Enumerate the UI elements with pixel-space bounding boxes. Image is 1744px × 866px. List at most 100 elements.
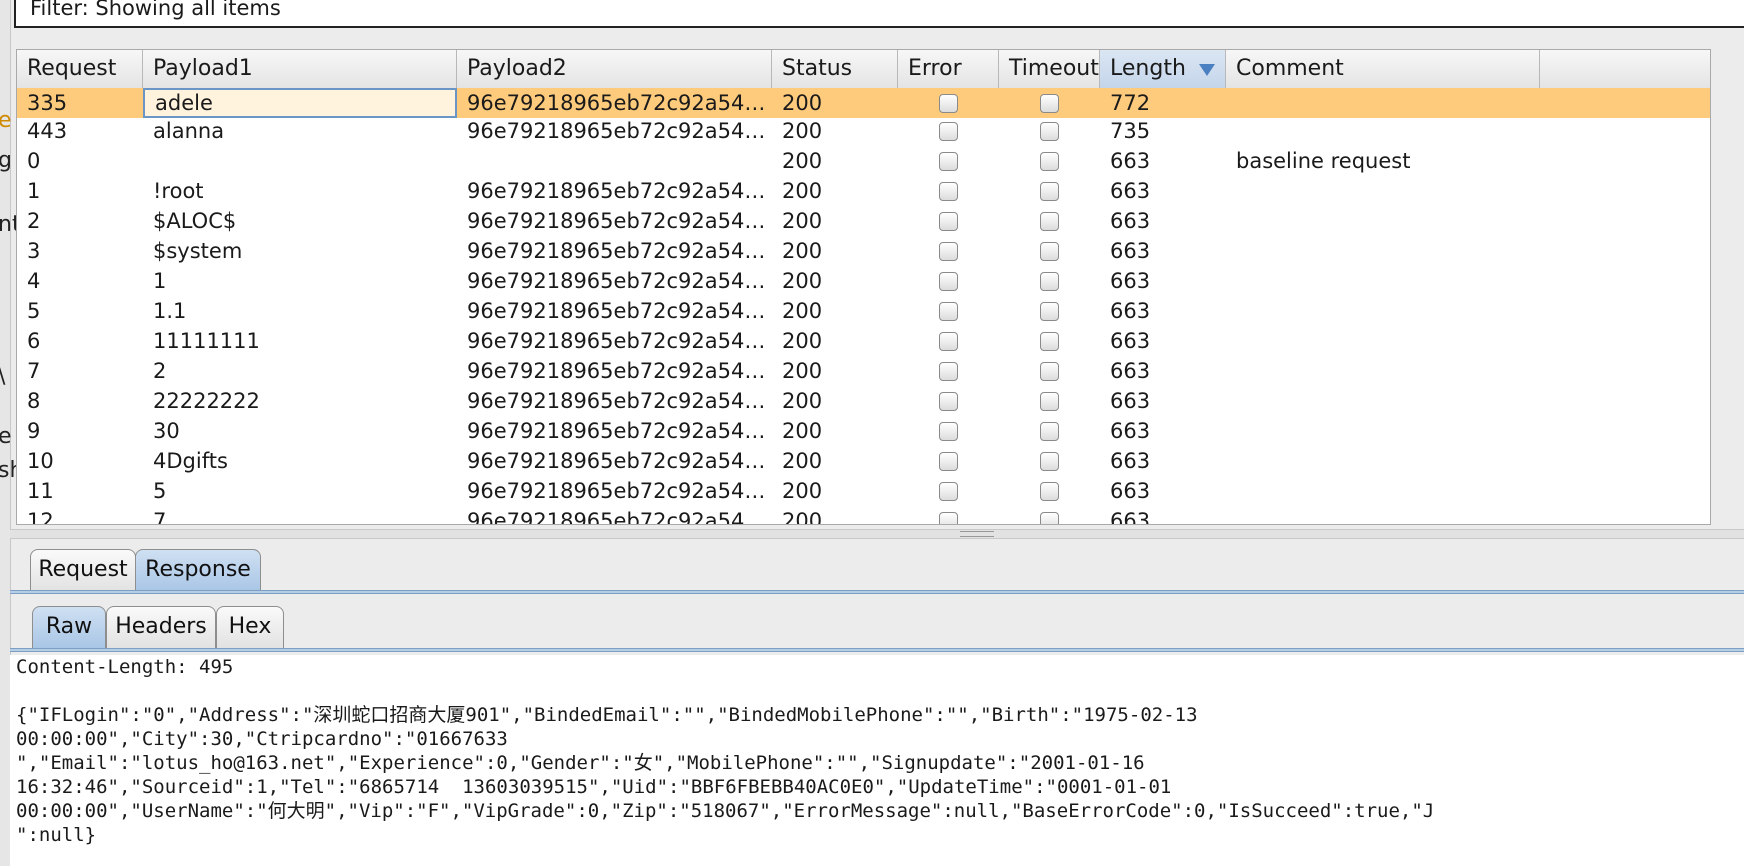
cell-comment [1226,356,1540,386]
timeout-checkbox[interactable] [1040,302,1059,321]
cell-payload2: 96e79218965eb72c92a549... [467,389,772,413]
cell-length: 663 [1110,419,1151,443]
table-row[interactable]: 2 $ALOC$ 96e79218965eb72c92a549... 200 663 [17,206,1710,236]
timeout-checkbox[interactable] [1040,512,1059,524]
tab-hex[interactable]: Hex [216,606,284,648]
column-header-length[interactable]: Length [1100,50,1226,88]
cell-request: 7 [27,359,41,383]
table-row[interactable]: 4 1 96e79218965eb72c92a549... 200 663 [17,266,1710,296]
table-row[interactable]: 335 adele 96e79218965eb72c92a549... 200 772 [17,88,1710,118]
error-checkbox[interactable] [939,94,958,113]
table-row[interactable]: 7 2 96e79218965eb72c92a549... 200 663 [17,356,1710,386]
cell-length: 663 [1110,269,1151,293]
error-checkbox[interactable] [939,392,958,411]
cell-length: 663 [1110,449,1151,473]
cell-length: 772 [1110,91,1151,115]
column-header-status[interactable]: Status [772,50,898,88]
column-header-comment[interactable]: Comment [1226,50,1540,88]
timeout-checkbox[interactable] [1040,482,1059,501]
response-line: ":null} [16,824,97,846]
column-header-timeout[interactable]: Timeout [999,50,1100,88]
table-row[interactable]: 5 1.1 96e79218965eb72c92a549... 200 663 [17,296,1710,326]
timeout-checkbox[interactable] [1040,392,1059,411]
cell-length: 663 [1110,329,1151,353]
table-row[interactable]: 443 alanna 96e79218965eb72c92a549... 200 735 [17,116,1710,146]
timeout-checkbox[interactable] [1040,182,1059,201]
error-checkbox[interactable] [939,362,958,381]
timeout-checkbox[interactable] [1040,152,1059,171]
tab-raw[interactable]: Raw [32,606,106,648]
timeout-checkbox[interactable] [1040,272,1059,291]
column-header-error[interactable]: Error [898,50,999,88]
error-checkbox[interactable] [939,212,958,231]
table-row[interactable]: 0 200 663 baseline request [17,146,1710,176]
cell-comment [1226,266,1540,296]
splitter-grip-icon[interactable] [960,531,994,537]
cell-payload1: 5 [153,479,167,503]
table-row[interactable]: 9 30 96e79218965eb72c92a549... 200 663 [17,416,1710,446]
column-header-payload2[interactable]: Payload2 [457,50,772,88]
table-row[interactable]: 8 22222222 96e79218965eb72c92a549... 200 663 [17,386,1710,416]
cell-comment: baseline request [1236,149,1411,173]
cell-length: 663 [1110,239,1151,263]
cell-request: 10 [27,449,54,473]
timeout-checkbox[interactable] [1040,452,1059,471]
cell-status: 200 [782,479,823,503]
table-row[interactable]: 3 $system 96e79218965eb72c92a549... 200 663 [17,236,1710,266]
cell-length: 663 [1110,149,1151,173]
timeout-checkbox[interactable] [1040,122,1059,141]
tab-request[interactable]: Request [30,549,136,591]
column-header-length-label: Length [1110,56,1186,81]
column-header-request[interactable]: Request [17,50,143,88]
table-row[interactable]: 10 4Dgifts 96e79218965eb72c92a549... 200 663 [17,446,1710,476]
column-header-payload1[interactable]: Payload1 [143,50,457,88]
tab-headers[interactable]: Headers [106,606,216,648]
pane-splitter[interactable] [10,529,1744,539]
filter-bar[interactable]: Filter: Showing all items [14,0,1744,28]
timeout-checkbox[interactable] [1040,422,1059,441]
error-checkbox[interactable] [939,482,958,501]
edge-glyph: g [0,148,12,173]
cell-length: 663 [1110,479,1151,503]
table-row[interactable]: 12 7 96e79218965eb72c92a549... 200 663 [17,506,1710,525]
response-body[interactable]: Content-Length: 495 {"IFLogin":"0","Addr… [10,655,1744,866]
cell-comment [1226,296,1540,326]
cell-payload2: 96e79218965eb72c92a549... [467,419,772,443]
error-checkbox[interactable] [939,302,958,321]
cell-request: 0 [27,149,41,173]
cell-payload1: 7 [153,509,167,525]
results-table[interactable]: Request Payload1 Payload2 Status Error T… [16,49,1711,525]
timeout-checkbox[interactable] [1040,332,1059,351]
timeout-checkbox[interactable] [1040,242,1059,261]
error-checkbox[interactable] [939,512,958,524]
cell-status: 200 [782,209,823,233]
cell-comment [1226,206,1540,236]
error-checkbox[interactable] [939,122,958,141]
cell-payload2: 96e79218965eb72c92a549... [467,269,772,293]
cell-comment [1226,326,1540,356]
error-checkbox[interactable] [939,152,958,171]
error-checkbox[interactable] [939,422,958,441]
error-checkbox[interactable] [939,452,958,471]
cell-payload1: 1 [153,269,167,293]
cell-request: 9 [27,419,41,443]
tab-strip-divider [10,590,1744,594]
cell-payload2 [457,146,772,176]
cell-payload2: 96e79218965eb72c92a549... [467,239,772,263]
timeout-checkbox[interactable] [1040,362,1059,381]
sort-descending-icon [1199,64,1215,76]
cell-length: 663 [1110,179,1151,203]
cell-comment [1226,476,1540,506]
cell-status: 200 [782,449,823,473]
error-checkbox[interactable] [939,182,958,201]
error-checkbox[interactable] [939,332,958,351]
table-row[interactable]: 6 11111111 96e79218965eb72c92a549... 200 663 [17,326,1710,356]
tab-response[interactable]: Response [135,549,261,591]
table-row[interactable]: 1 !root 96e79218965eb72c92a549... 200 663 [17,176,1710,206]
table-row[interactable]: 11 5 96e79218965eb72c92a549... 200 663 [17,476,1710,506]
error-checkbox[interactable] [939,242,958,261]
timeout-checkbox[interactable] [1040,212,1059,231]
timeout-checkbox[interactable] [1040,94,1059,113]
cell-payload2: 96e79218965eb72c92a549... [467,119,772,143]
error-checkbox[interactable] [939,272,958,291]
